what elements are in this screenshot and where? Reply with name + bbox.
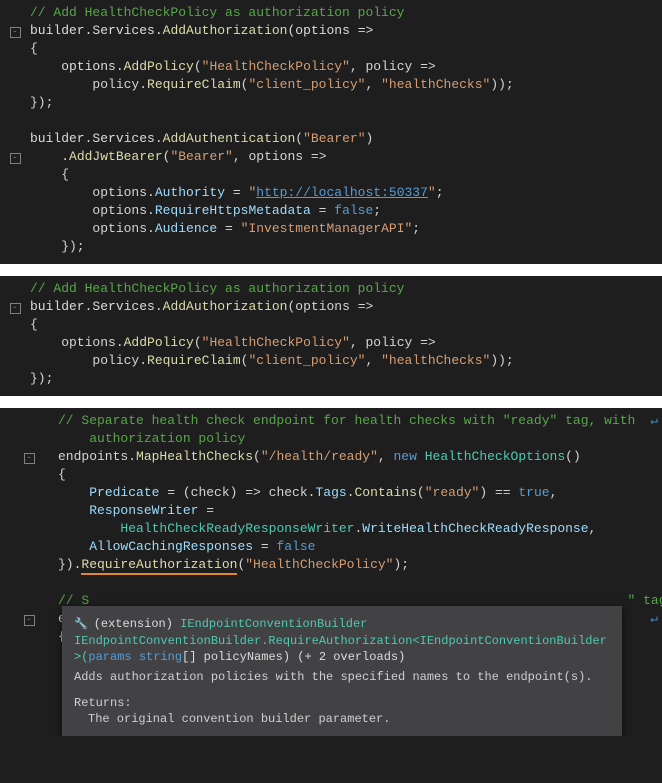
intellisense-tooltip: 🔧(extension) IEndpointConventionBuilder … — [62, 606, 622, 736]
extension-icon: 🔧 — [74, 619, 88, 631]
fold-icon[interactable]: - — [10, 153, 21, 164]
fold-icon[interactable]: - — [10, 27, 21, 38]
tooltip-description: Adds authorization policies with the spe… — [74, 669, 610, 685]
pane-divider — [0, 264, 662, 276]
tooltip-returns-heading: Returns: — [74, 695, 610, 711]
comment: // Add HealthCheckPolicy as authorizatio… — [30, 5, 404, 20]
url-link[interactable]: http://localhost:50337 — [256, 185, 428, 200]
comment: // Add HealthCheckPolicy as authorizatio… — [30, 281, 404, 296]
token: builder — [30, 23, 85, 38]
fold-icon[interactable]: - — [10, 303, 21, 314]
fold-icon[interactable]: - — [24, 615, 35, 626]
code-pane-2[interactable]: // Add HealthCheckPolicy as authorizatio… — [0, 276, 662, 396]
code-pane-3[interactable]: // Separate health check endpoint for he… — [0, 408, 662, 736]
wrap-icon: ↵ — [650, 412, 658, 430]
fold-icon[interactable]: - — [24, 453, 35, 464]
pane-divider — [0, 396, 662, 408]
wrap-icon: ↵ — [650, 610, 658, 628]
tooltip-returns: The original convention builder paramete… — [74, 711, 610, 727]
code-pane-1[interactable]: // Add HealthCheckPolicy as authorizatio… — [0, 0, 662, 264]
highlighted-method[interactable]: RequireAuthorization — [81, 557, 237, 575]
